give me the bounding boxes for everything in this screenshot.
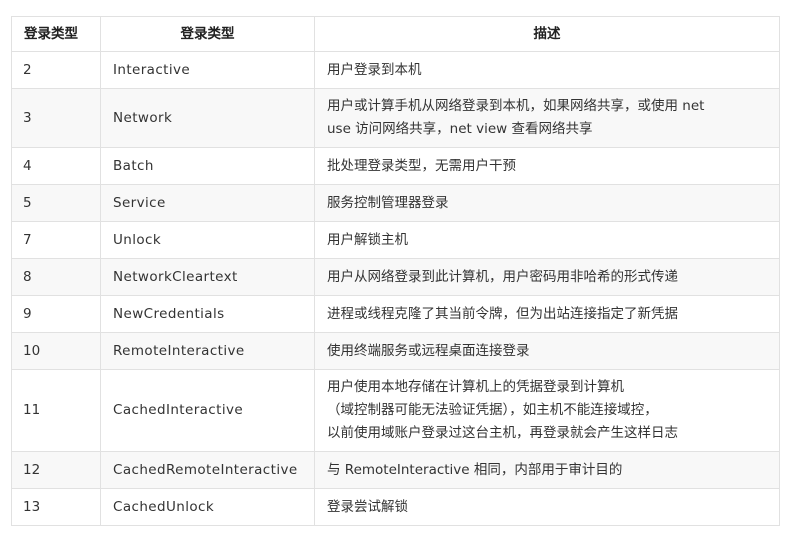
description-line: 进程或线程克隆了其当前令牌，但为出站连接指定了新凭据 [327,305,678,322]
logon-type-name-cell: RemoteInteractive [100,332,315,370]
logon-type-id-cell: 3 [11,88,101,148]
table-row: 5 Service 服务控制管理器登录 [11,184,780,222]
table-row: 13 CachedUnlock 登录尝试解锁 [11,488,780,526]
description-cell: 进程或线程克隆了其当前令牌，但为出站连接指定了新凭据 [314,295,780,333]
table-header-row: 登录类型 登录类型 描述 [11,16,780,52]
logon-type-name-cell: NetworkCleartext [100,258,315,296]
logon-type-name-cell: CachedInteractive [100,369,315,452]
table-row: 10 RemoteInteractive 使用终端服务或远程桌面连接登录 [11,332,780,370]
table-row: 9 NewCredentials 进程或线程克隆了其当前令牌，但为出站连接指定了新凭… [11,295,780,333]
logon-type-id-cell: 8 [11,258,101,296]
description-cell: 批处理登录类型，无需用户干预 [314,147,780,185]
description-cell: 服务控制管理器登录 [314,184,780,222]
logon-type-table-container: 登录类型 登录类型 描述 2 Interactive 用户登录到本机 3 Network… [11,16,780,526]
logon-type-id-cell: 10 [11,332,101,370]
description-cell: 登录尝试解锁 [314,488,780,526]
description-line: 用户使用本地存储在计算机上的凭据登录到计算机 [327,379,624,395]
description-line: 批处理登录类型，无需用户干预 [327,157,516,174]
logon-type-id-cell: 13 [11,488,101,526]
table-row: 4 Batch 批处理登录类型，无需用户干预 [11,147,780,185]
description-line: 用户解锁主机 [327,231,408,248]
description-cell: 用户登录到本机 [314,51,780,89]
description-line: 与 RemoteInteractive 相同，内部用于审计目的 [327,461,623,478]
description-cell: 用户从网络登录到此计算机，用户密码用非哈希的形式传递 [314,258,780,296]
logon-type-name-cell: NewCredentials [100,295,315,333]
logon-type-id-cell: 4 [11,147,101,185]
description-line: 用户登录到本机 [327,61,422,78]
logon-type-id-cell: 7 [11,221,101,259]
table-row: 11 CachedInteractive 用户使用本地存储在计算机上的凭据登录到计算… [11,369,780,452]
table-row: 3 Network 用户或计算手机从网络登录到本机，如果网络共享，或使用 net us… [11,88,780,148]
table-row: 2 Interactive 用户登录到本机 [11,51,780,89]
description-line: 使用终端服务或远程桌面连接登录 [327,342,530,359]
logon-type-name-cell: CachedUnlock [100,488,315,526]
logon-type-name-cell: CachedRemoteInteractive [100,451,315,489]
description-line: 登录尝试解锁 [327,498,408,515]
logon-type-name-cell: Service [100,184,315,222]
table-body: 2 Interactive 用户登录到本机 3 Network 用户或计算手机从网络登录到… [11,51,780,526]
logon-type-name-cell: Batch [100,147,315,185]
description-line: 用户或计算手机从网络登录到本机，如果网络共享，或使用 net [327,98,705,114]
description-cell: 与 RemoteInteractive 相同，内部用于审计目的 [314,451,780,489]
description-cell: 用户或计算手机从网络登录到本机，如果网络共享，或使用 net use 访问网络共享… [314,88,780,148]
header-logon-type-name: 登录类型 [100,16,315,52]
logon-type-name-cell: Unlock [100,221,315,259]
description-line: （域控制器可能无法验证凭据），如主机不能连接域控， [327,402,658,418]
logon-type-id-cell: 2 [11,51,101,89]
header-description: 描述 [314,16,780,52]
table-row: 12 CachedRemoteInteractive 与 RemoteInterac… [11,451,780,489]
table-row: 8 NetworkCleartext 用户从网络登录到此计算机，用户密码用非哈希的形… [11,258,780,296]
logon-type-name-cell: Network [100,88,315,148]
description-line: use 访问网络共享，net view 查看网络共享 [327,121,593,137]
logon-type-id-cell: 5 [11,184,101,222]
logon-type-id-cell: 12 [11,451,101,489]
description-cell: 用户使用本地存储在计算机上的凭据登录到计算机 （域控制器可能无法验证凭据），如主机… [314,369,780,452]
logon-type-table: 登录类型 登录类型 描述 2 Interactive 用户登录到本机 3 Network… [11,16,780,526]
logon-type-id-cell: 11 [11,369,101,452]
logon-type-name-cell: Interactive [100,51,315,89]
description-line: 用户从网络登录到此计算机，用户密码用非哈希的形式传递 [327,268,678,285]
description-line: 服务控制管理器登录 [327,194,449,211]
table-row: 7 Unlock 用户解锁主机 [11,221,780,259]
header-logon-type-id: 登录类型 [11,16,101,52]
description-cell: 使用终端服务或远程桌面连接登录 [314,332,780,370]
description-cell: 用户解锁主机 [314,221,780,259]
logon-type-id-cell: 9 [11,295,101,333]
description-line: 以前使用域账户登录过这台主机，再登录就会产生这样日志 [327,425,678,441]
